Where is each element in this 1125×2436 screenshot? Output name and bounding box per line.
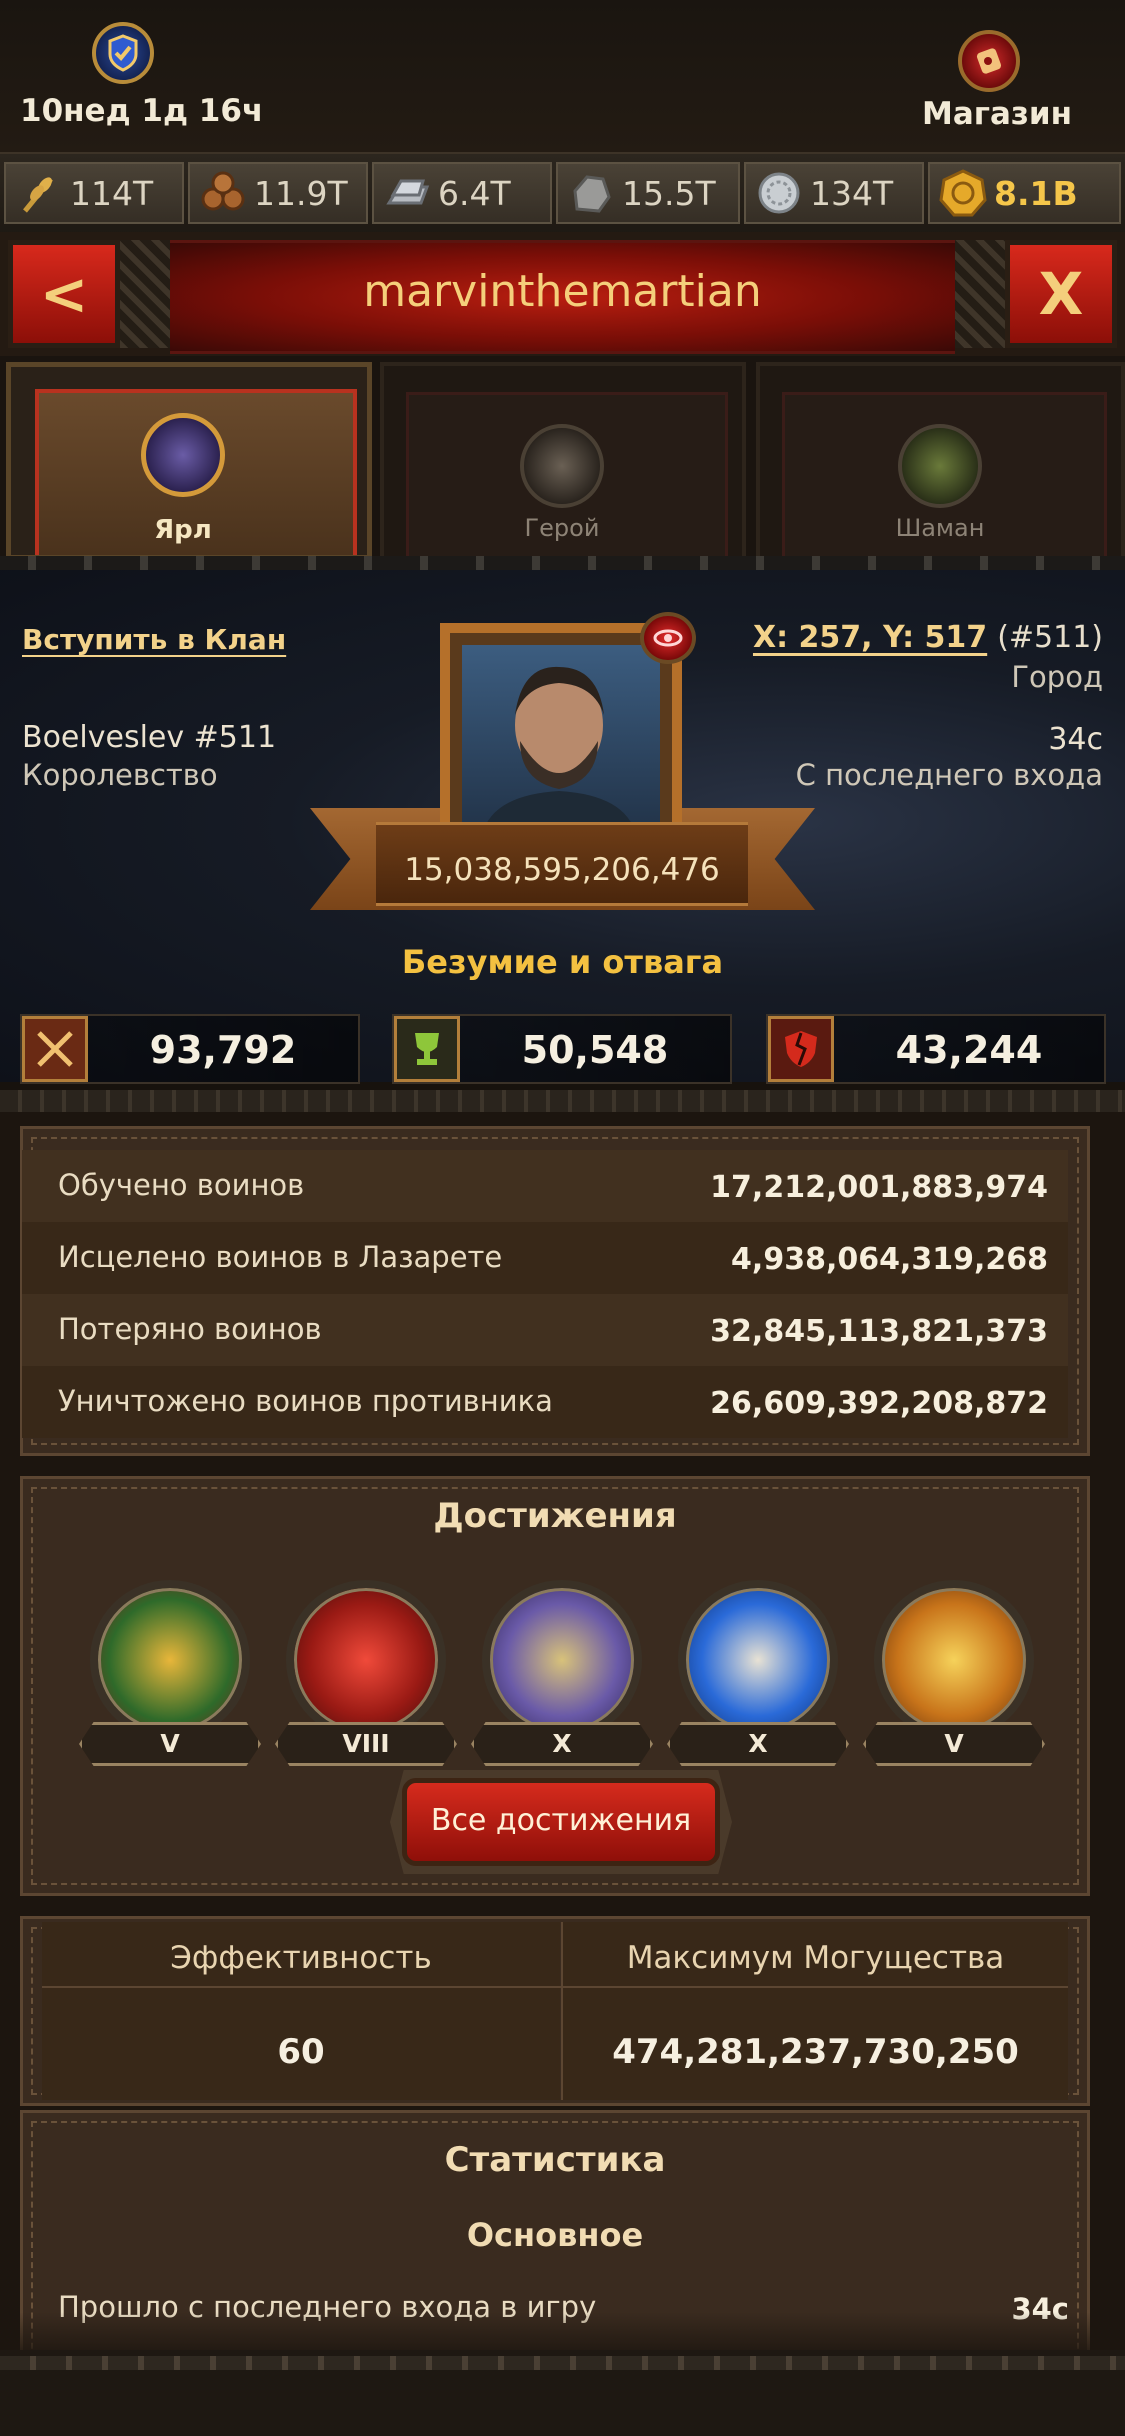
achievement-level: VIII — [275, 1722, 457, 1766]
row-value: 4,938,064,319,268 — [731, 1242, 1048, 1277]
achievements-title: Достижения — [433, 1496, 677, 1536]
max-power-cell: Максимум Могущества 474,281,237,730,250 — [563, 1922, 1068, 2100]
statistics-title: Статистика — [444, 2140, 666, 2180]
peace-shield-timer: 10нед 1д 16ч — [20, 93, 264, 129]
silver-icon — [754, 168, 804, 218]
shop-label[interactable]: Магазин — [922, 96, 1072, 132]
tab-jarl[interactable]: Ярл — [6, 362, 372, 560]
last-login-label: С последнего входа — [795, 758, 1103, 792]
chevron-left-icon: < — [39, 260, 89, 328]
divider — [0, 1090, 1125, 1112]
row-label: Обучено воинов — [58, 1168, 305, 1202]
row-label: Исцелено воинов в Лазарете — [58, 1240, 503, 1274]
jarl-avatar-icon — [141, 413, 225, 497]
skull-knight-icon[interactable] — [482, 1580, 642, 1740]
join-clan-link[interactable]: Вступить в Клан — [22, 623, 286, 656]
resource-value: 134T — [810, 173, 894, 213]
last-login-value: 34с — [1048, 722, 1103, 757]
hero-avatar-icon — [520, 424, 604, 508]
player-name: marvinthemartian — [363, 266, 762, 317]
stat-value: 50,548 — [521, 1028, 669, 1072]
resource-value: 11.9T — [254, 173, 348, 213]
resource-value: 8.1B — [994, 173, 1078, 213]
red-gate-icon[interactable] — [286, 1580, 446, 1740]
portrait-frame[interactable] — [440, 623, 682, 851]
table-row: Обучено воинов 17,212,001,883,974 — [22, 1150, 1068, 1222]
all-achievements-button[interactable]: Все достижения — [402, 1778, 720, 1866]
row-value: 26,609,392,208,872 — [710, 1386, 1048, 1421]
stat-value: 43,244 — [895, 1028, 1043, 1072]
tab-label: Герой — [524, 514, 600, 542]
table-row: Исцелено воинов в Лазарете 4,938,064,319… — [22, 1222, 1068, 1294]
back-button[interactable]: < — [8, 240, 120, 348]
resource-silver[interactable]: 134T — [744, 162, 924, 224]
resource-iron[interactable]: 6.4T — [372, 162, 552, 224]
achievement-level: V — [79, 1722, 261, 1766]
pirate-hat-cannon-icon[interactable] — [678, 1580, 838, 1740]
resource-stone[interactable]: 15.5T — [556, 162, 740, 224]
achievement-level: X — [667, 1722, 849, 1766]
golden-fist-icon[interactable] — [874, 1580, 1034, 1740]
tab-hero[interactable]: Герой — [380, 362, 746, 560]
iron-icon — [382, 168, 432, 218]
stat-attack: 93,792 — [20, 1014, 360, 1084]
gold-coin-icon — [938, 168, 988, 218]
statistics-subtitle: Основное — [466, 2216, 644, 2254]
stone-icon — [566, 168, 616, 218]
shop-icon[interactable] — [958, 30, 1020, 92]
coordinates-link[interactable]: X: 257, Y: 517 — [753, 620, 987, 655]
wheat-icon — [14, 168, 64, 218]
achievement-level: V — [863, 1722, 1045, 1766]
player-avatar — [462, 645, 660, 837]
table-row: Потеряно воинов 32,845,113,821,373 — [22, 1294, 1068, 1366]
power-value: 15,038,595,206,476 — [404, 852, 720, 888]
achievement-level: X — [471, 1722, 653, 1766]
wood-icon — [198, 168, 248, 218]
efficiency-label: Эффективность — [170, 1940, 432, 1976]
max-power-value: 474,281,237,730,250 — [612, 2032, 1019, 2072]
efficiency-value: 60 — [277, 2032, 325, 2072]
resource-food[interactable]: 114T — [4, 162, 184, 224]
resource-value: 6.4T — [438, 173, 511, 213]
kingdom-label: Королевство — [22, 758, 218, 792]
resource-wood[interactable]: 11.9T — [188, 162, 368, 224]
crossed-swords-icon — [22, 1016, 88, 1082]
tab-label: Шаман — [895, 514, 985, 542]
max-power-label: Максимум Могущества — [626, 1940, 1005, 1976]
table-row: Уничтожено воинов противника 26,609,392,… — [22, 1366, 1068, 1438]
resource-value: 114T — [70, 173, 154, 213]
shield-icon[interactable] — [92, 22, 154, 84]
resource-value: 15.5T — [622, 173, 716, 213]
divider — [42, 1986, 1068, 1988]
tab-shaman[interactable]: Шаман — [756, 362, 1125, 560]
kingdom-number: (#511) — [997, 620, 1103, 655]
row-label: Потеряно воинов — [58, 1312, 322, 1346]
city-label: Город — [1011, 660, 1103, 694]
efficiency-cell: Эффективность 60 — [42, 1922, 560, 2100]
stat-losses: 43,244 — [766, 1014, 1106, 1084]
close-icon: X — [1038, 260, 1084, 328]
golden-dragon-medal-icon[interactable] — [90, 1580, 250, 1740]
resource-bar: 114T 11.9T 6.4T 15.5T 134T 8.1B — [0, 152, 1125, 236]
kingdom-name: Boelveslev #511 — [22, 720, 277, 755]
tab-label: Ярл — [154, 515, 212, 545]
close-button[interactable]: X — [1005, 240, 1117, 348]
stat-trophy: 50,548 — [392, 1014, 732, 1084]
divider — [0, 2356, 1125, 2370]
trophy-icon — [394, 1016, 460, 1082]
row-value: 32,845,113,821,373 — [710, 1314, 1048, 1349]
resource-gold[interactable]: 8.1B — [928, 162, 1121, 224]
row-value: 17,212,001,883,974 — [710, 1170, 1048, 1205]
stat-value: 93,792 — [149, 1028, 297, 1072]
eye-icon[interactable] — [640, 612, 696, 664]
divider — [0, 556, 1125, 570]
player-motto: Безумие и отвага — [401, 943, 724, 981]
coordinates: X: 257, Y: 517 (#511) — [753, 620, 1103, 655]
shaman-avatar-icon — [898, 424, 982, 508]
broken-shield-icon — [768, 1016, 834, 1082]
row-label: Уничтожено воинов противника — [58, 1384, 553, 1418]
